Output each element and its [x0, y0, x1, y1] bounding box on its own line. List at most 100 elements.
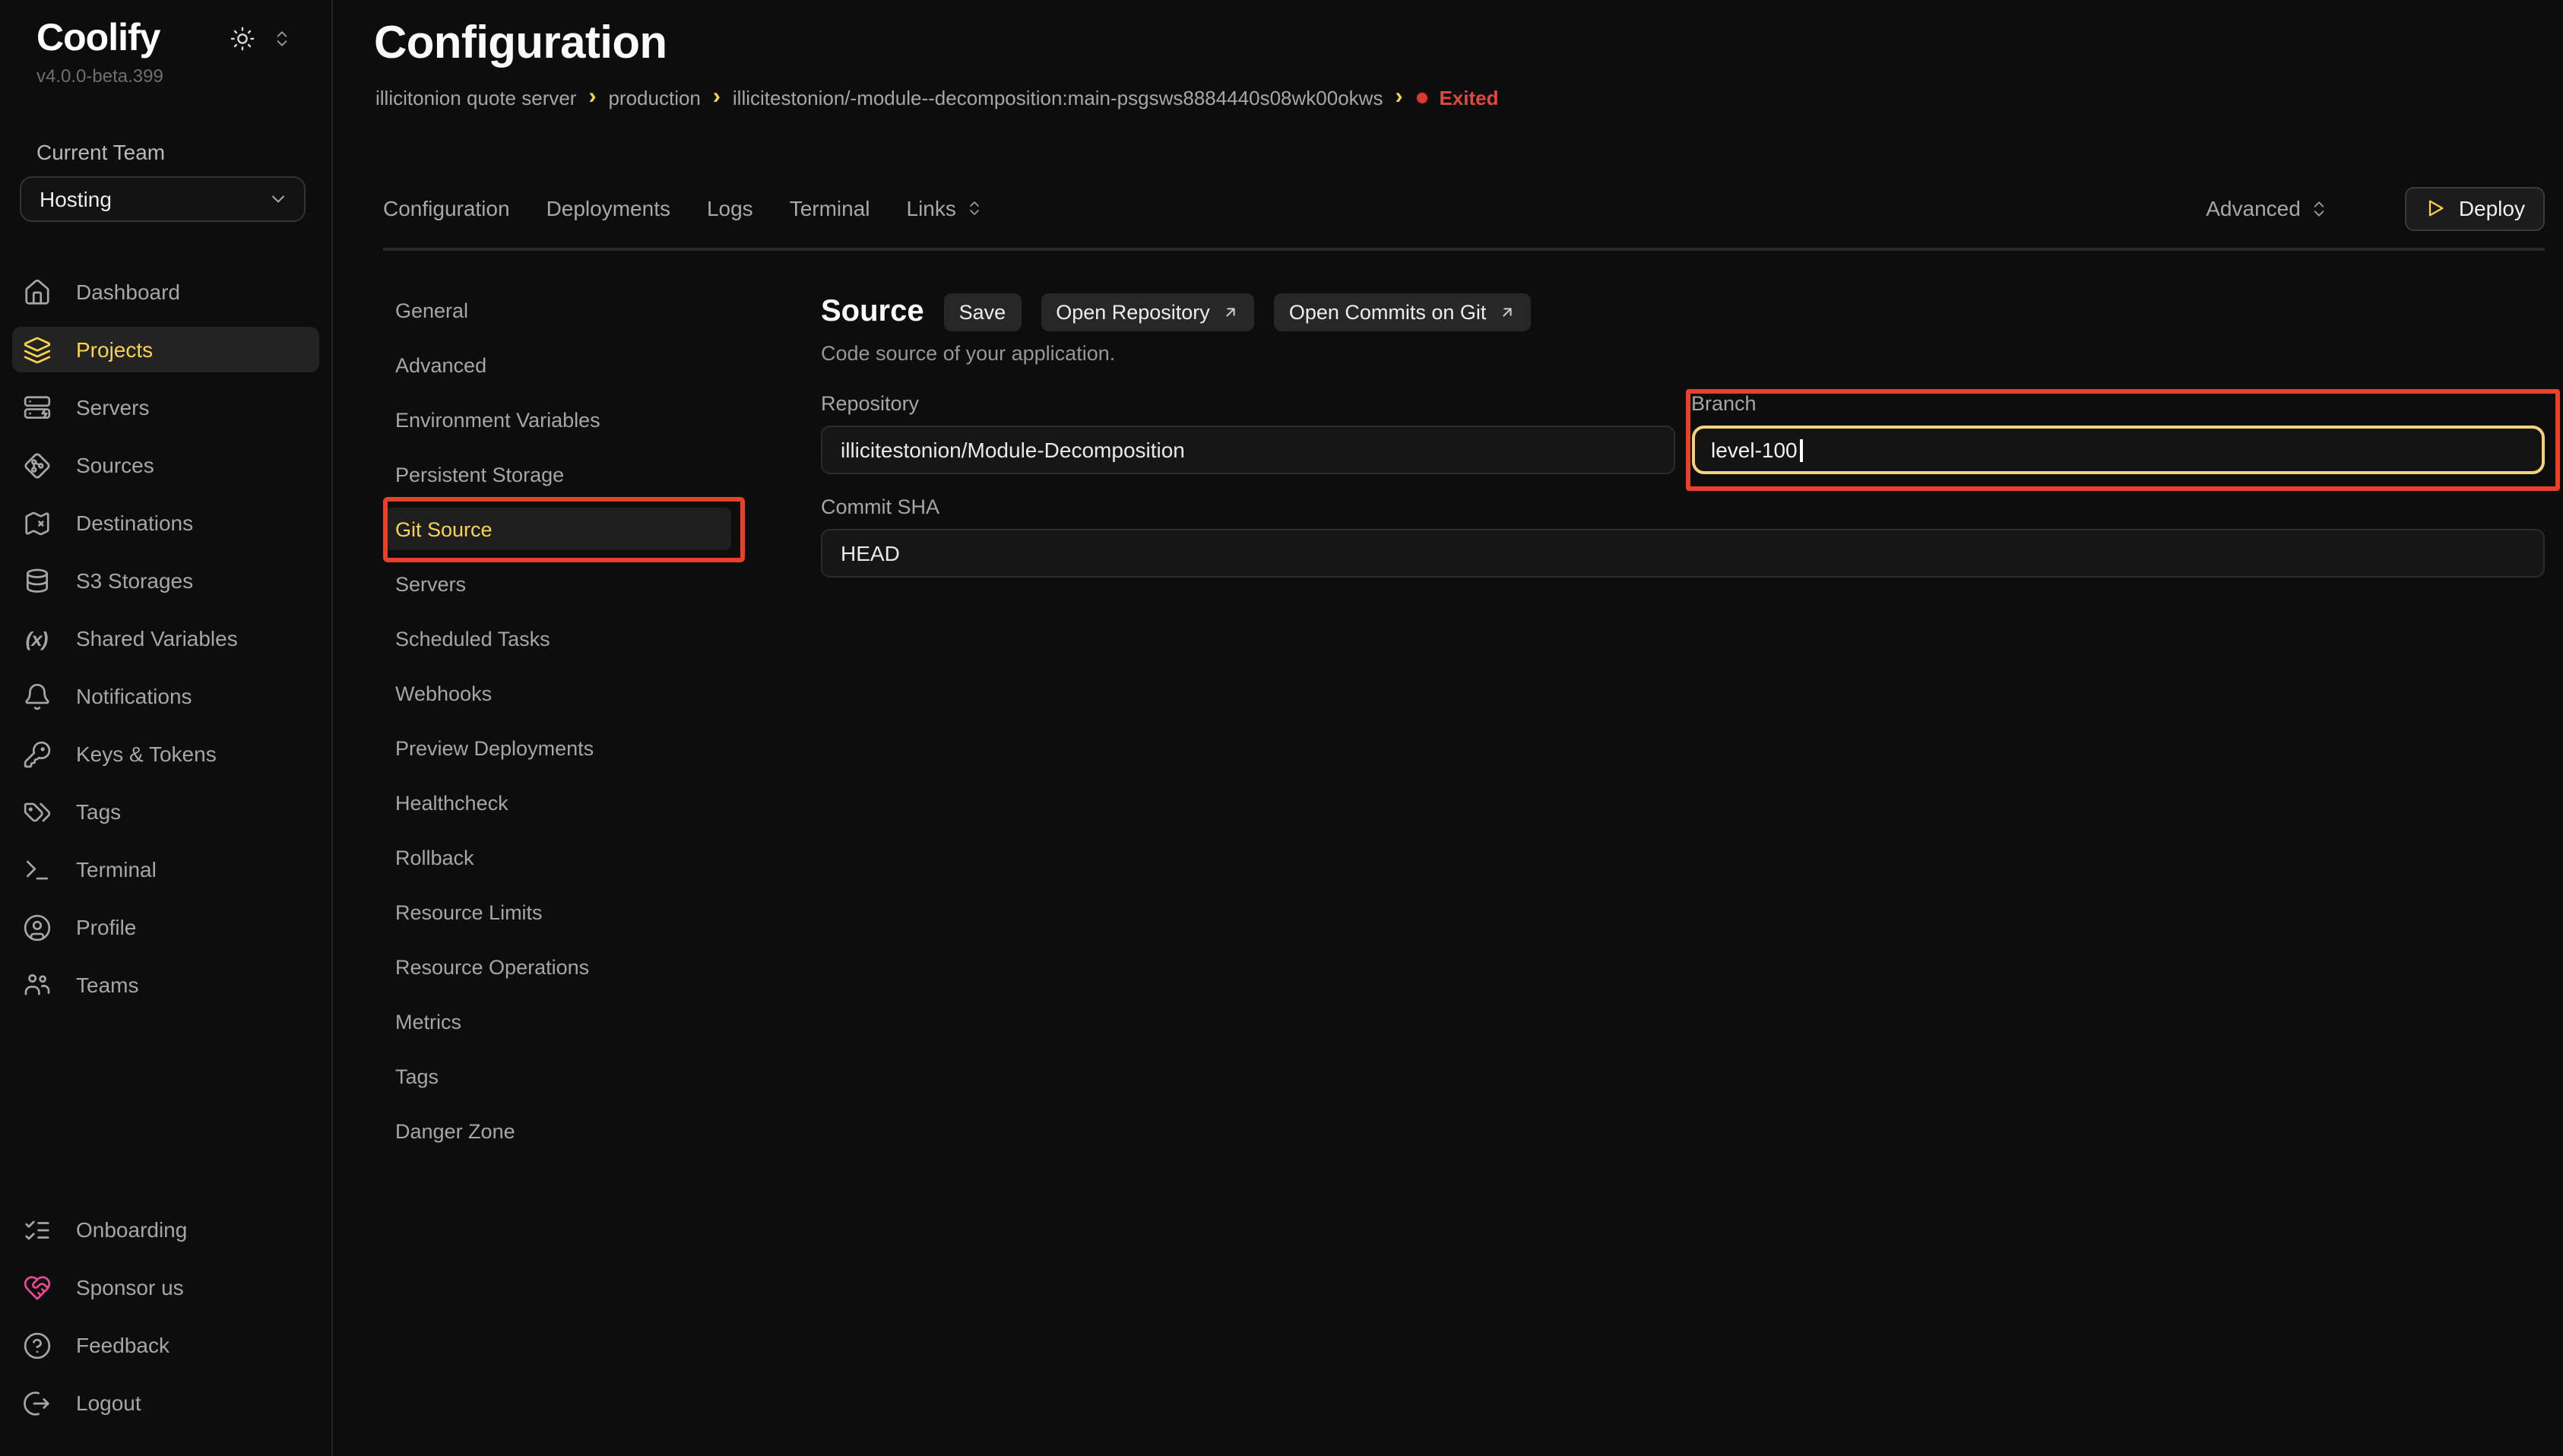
- sidebar-item-sponsor-us[interactable]: Sponsor us: [12, 1265, 319, 1310]
- breadcrumb-application[interactable]: illicitestonion/-module--decomposition:m…: [733, 87, 1383, 109]
- subnav-item-rollback[interactable]: Rollback: [372, 830, 731, 885]
- sidebar-item-feedback[interactable]: Feedback: [12, 1322, 319, 1368]
- breadcrumb-environment[interactable]: production: [608, 87, 700, 109]
- open-commits-button[interactable]: Open Commits on Git: [1274, 293, 1531, 331]
- branch-input[interactable]: level-100: [1691, 426, 2545, 474]
- sidebar-item-label: Projects: [76, 337, 153, 362]
- key-icon: [21, 739, 52, 769]
- status-badge: Exited: [1415, 87, 1498, 109]
- sidebar-footer-nav: Onboarding Sponsor us Feedback Logout: [0, 1207, 331, 1456]
- heart-handshake-icon: [21, 1272, 52, 1302]
- sidebar-item-label: Teams: [76, 973, 138, 997]
- sidebar-item-sources[interactable]: Sources: [12, 442, 319, 488]
- commit-sha-input[interactable]: [821, 529, 2545, 578]
- repository-label: Repository: [821, 392, 1674, 416]
- parentheses-x-icon: (x): [21, 623, 52, 654]
- deploy-button[interactable]: Deploy: [2406, 186, 2545, 230]
- sidebar-item-teams[interactable]: Teams: [12, 962, 319, 1008]
- sidebar-item-terminal[interactable]: Terminal: [12, 847, 319, 892]
- subnav-item-webhooks[interactable]: Webhooks: [372, 666, 731, 720]
- branch-label: Branch: [1691, 392, 2545, 416]
- open-repository-button[interactable]: Open Repository: [1041, 293, 1254, 331]
- sidebar-item-dashboard[interactable]: Dashboard: [12, 269, 319, 315]
- subnav-item-git-source[interactable]: Git Source: [372, 502, 731, 556]
- database-icon: [21, 565, 52, 596]
- sidebar-item-keys-tokens[interactable]: Keys & Tokens: [12, 731, 319, 777]
- users-icon: [21, 970, 52, 1000]
- advanced-dropdown[interactable]: Advanced: [2206, 196, 2330, 220]
- sidebar-item-label: Destinations: [76, 511, 193, 535]
- tab-terminal[interactable]: Terminal: [790, 196, 870, 220]
- commit-sha-field: Commit SHA: [821, 495, 2545, 578]
- repository-input[interactable]: [821, 426, 1674, 474]
- sidebar-item-label: Sources: [76, 453, 154, 477]
- branch-field: Branch level-100: [1691, 392, 2545, 474]
- server-icon: [21, 392, 52, 423]
- subnav-item-general[interactable]: General: [372, 283, 731, 337]
- app-version: v4.0.0-beta.399: [0, 61, 331, 87]
- sidebar-item-shared-variables[interactable]: (x) Shared Variables: [12, 616, 319, 661]
- sidebar-item-tags[interactable]: Tags: [12, 789, 319, 834]
- tab-configuration[interactable]: Configuration: [383, 196, 510, 220]
- coolify-app: Coolify v4.0.0-beta.399 Current Team Hos…: [0, 0, 2563, 1456]
- sidebar-item-logout[interactable]: Logout: [12, 1380, 319, 1426]
- subnav-item-environment-variables[interactable]: Environment Variables: [372, 392, 731, 447]
- sidebar: Coolify v4.0.0-beta.399 Current Team Hos…: [0, 0, 333, 1456]
- tab-logs[interactable]: Logs: [707, 196, 753, 220]
- sidebar-item-label: Tags: [76, 799, 121, 824]
- terminal-icon: [21, 854, 52, 885]
- breadcrumb-project[interactable]: illicitonion quote server: [375, 87, 576, 109]
- repository-field: Repository: [821, 392, 1674, 474]
- source-heading: Source: [821, 295, 924, 330]
- sidebar-item-label: S3 Storages: [76, 568, 193, 593]
- user-circle-icon: [21, 912, 52, 942]
- subnav-item-label: Git Source: [385, 508, 731, 550]
- sidebar-item-label: Logout: [76, 1391, 141, 1415]
- branch-value: level-100: [1711, 438, 1798, 462]
- breadcrumb-separator-icon: ›: [713, 84, 721, 109]
- breadcrumb: illicitonion quote server › production ›…: [375, 87, 1499, 109]
- team-select[interactable]: Hosting: [20, 176, 306, 222]
- sidebar-item-projects[interactable]: Projects: [12, 327, 319, 372]
- subnav-item-servers[interactable]: Servers: [372, 556, 731, 611]
- subnav-item-resource-limits[interactable]: Resource Limits: [372, 885, 731, 939]
- theme-chevrons-up-down-icon[interactable]: [272, 29, 292, 49]
- sidebar-item-notifications[interactable]: Notifications: [12, 673, 319, 719]
- sidebar-item-destinations[interactable]: Destinations: [12, 500, 319, 546]
- subnav-item-persistent-storage[interactable]: Persistent Storage: [372, 447, 731, 502]
- subnav-item-scheduled-tasks[interactable]: Scheduled Tasks: [372, 611, 731, 666]
- sidebar-item-onboarding[interactable]: Onboarding: [12, 1207, 319, 1252]
- open-repository-label: Open Repository: [1056, 301, 1210, 324]
- play-icon: [2425, 198, 2447, 219]
- subnav-item-preview-deployments[interactable]: Preview Deployments: [372, 720, 731, 775]
- sidebar-item-s3-storages[interactable]: S3 Storages: [12, 558, 319, 603]
- text-caret-icon: [1801, 438, 1803, 461]
- tab-links[interactable]: Links: [907, 196, 984, 220]
- advanced-label: Advanced: [2206, 196, 2301, 220]
- sidebar-item-label: Profile: [76, 915, 136, 939]
- tabs-row: Configuration Deployments Logs Terminal …: [383, 185, 2545, 231]
- current-team-label: Current Team: [0, 87, 331, 164]
- save-button[interactable]: Save: [944, 293, 1022, 331]
- sidebar-item-profile[interactable]: Profile: [12, 904, 319, 950]
- subnav-item-metrics[interactable]: Metrics: [372, 994, 731, 1049]
- git-source-panel: Source Save Open Repository Open Commits…: [821, 283, 2545, 578]
- git-source-icon: [21, 450, 52, 480]
- breadcrumb-separator-icon: ›: [588, 84, 596, 109]
- theme-toggle-sun-icon[interactable]: [230, 26, 255, 52]
- subnav-item-resource-operations[interactable]: Resource Operations: [372, 939, 731, 994]
- subnav-item-healthcheck[interactable]: Healthcheck: [372, 775, 731, 830]
- tab-deployments[interactable]: Deployments: [546, 196, 670, 220]
- subnav-item-advanced[interactable]: Advanced: [372, 337, 731, 392]
- brand-row: Coolify: [0, 0, 331, 61]
- source-description: Code source of your application.: [821, 342, 2545, 365]
- sidebar-item-servers[interactable]: Servers: [12, 385, 319, 430]
- chevrons-up-down-icon: [2310, 198, 2330, 218]
- sidebar-nav: Dashboard Projects Servers Sources Desti…: [0, 269, 331, 1020]
- subnav-item-danger-zone[interactable]: Danger Zone: [372, 1103, 731, 1158]
- subnav-item-tags[interactable]: Tags: [372, 1049, 731, 1103]
- sidebar-item-label: Notifications: [76, 684, 192, 708]
- chevron-down-icon: [268, 188, 289, 210]
- help-circle-icon: [21, 1330, 52, 1360]
- commit-sha-label: Commit SHA: [821, 495, 2545, 520]
